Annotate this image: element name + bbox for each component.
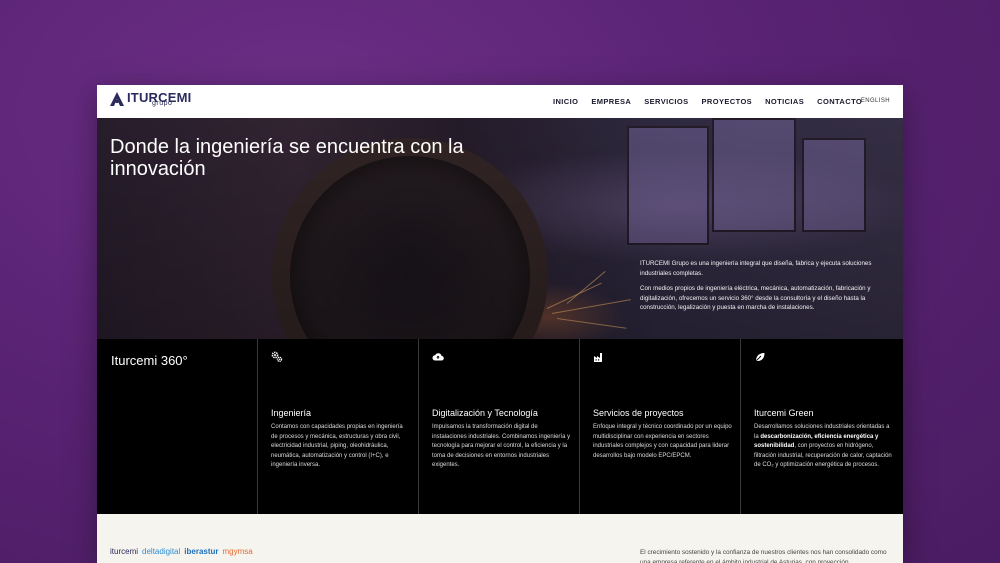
services-intro-title: Iturcemi 360°	[111, 353, 188, 368]
language-switch[interactable]: ENGLISH	[861, 98, 890, 104]
service-title: Servicios de proyectos	[593, 408, 684, 418]
nav-noticias[interactable]: NOTICIAS	[765, 97, 804, 106]
nav-servicios[interactable]: SERVICIOS	[644, 97, 688, 106]
brand-iberastur[interactable]: iberastur	[184, 547, 218, 556]
company-summary: El crecimiento sostenido y la confianza …	[640, 549, 887, 563]
service-text: Contamos con capacidades propias en inge…	[271, 424, 403, 468]
brands-section: iturcemi deltadigital iberastur mgymsa E…	[97, 514, 903, 563]
hero-description-2: Con medios propios de ingeniería eléctri…	[640, 285, 871, 312]
service-title: Digitalización y Tecnología	[432, 408, 538, 418]
services-intro: Iturcemi 360°	[97, 339, 258, 514]
logo-triangle-icon	[110, 92, 124, 106]
hero-title: Donde la ingeniería se encuentra con la …	[110, 136, 464, 180]
brand-deltadigital[interactable]: deltadigital	[142, 547, 180, 556]
brand-iturcemi[interactable]: iturcemi	[110, 547, 138, 556]
service-text: Enfoque integral y técnico coordinado po…	[593, 424, 732, 459]
nav-empresa[interactable]: EMPRESA	[591, 97, 631, 106]
hero-description: ITURCEMI Grupo es una ingeniería integra…	[640, 259, 885, 319]
hero-section: Donde la ingeniería se encuentra con la …	[97, 118, 903, 339]
service-card-digitalizacion[interactable]: Digitalización y Tecnología Impulsamos l…	[419, 339, 580, 514]
hero-description-1: ITURCEMI Grupo es una ingeniería integra…	[640, 260, 872, 277]
service-text: Impulsamos la transformación digital de …	[432, 424, 571, 468]
service-card-green[interactable]: Iturcemi Green Desarrollamos soluciones …	[741, 339, 902, 514]
factory-icon	[594, 353, 602, 362]
leaf-icon	[755, 353, 765, 362]
nav-inicio[interactable]: INICIO	[553, 97, 578, 106]
brand-mgymsa[interactable]: mgymsa	[223, 547, 253, 556]
logo-subtitle: grupo	[152, 100, 173, 107]
logo[interactable]: ITURCEMI	[110, 91, 191, 106]
main-nav: INICIO EMPRESA SERVICIOS PROYECTOS NOTIC…	[553, 97, 875, 106]
service-text: Desarrollamos soluciones industriales or…	[754, 423, 894, 471]
site-header: ITURCEMI grupo INICIO EMPRESA SERVICIOS …	[97, 85, 903, 118]
nav-contacto[interactable]: CONTACTO	[817, 97, 862, 106]
service-title: Iturcemi Green	[754, 408, 814, 418]
brand-logos: iturcemi deltadigital iberastur mgymsa	[110, 547, 253, 556]
gears-icon	[271, 351, 283, 363]
nav-proyectos[interactable]: PROYECTOS	[702, 97, 753, 106]
services-section: Iturcemi 360° Ingeniería Contamos con ca…	[97, 339, 903, 514]
service-title: Ingeniería	[271, 408, 312, 418]
website-window: ITURCEMI grupo INICIO EMPRESA SERVICIOS …	[97, 85, 903, 563]
service-card-proyectos[interactable]: Servicios de proyectos Enfoque integral …	[580, 339, 741, 514]
cloud-upload-icon	[432, 353, 444, 361]
service-card-ingenieria[interactable]: Ingeniería Contamos con capacidades prop…	[258, 339, 419, 514]
